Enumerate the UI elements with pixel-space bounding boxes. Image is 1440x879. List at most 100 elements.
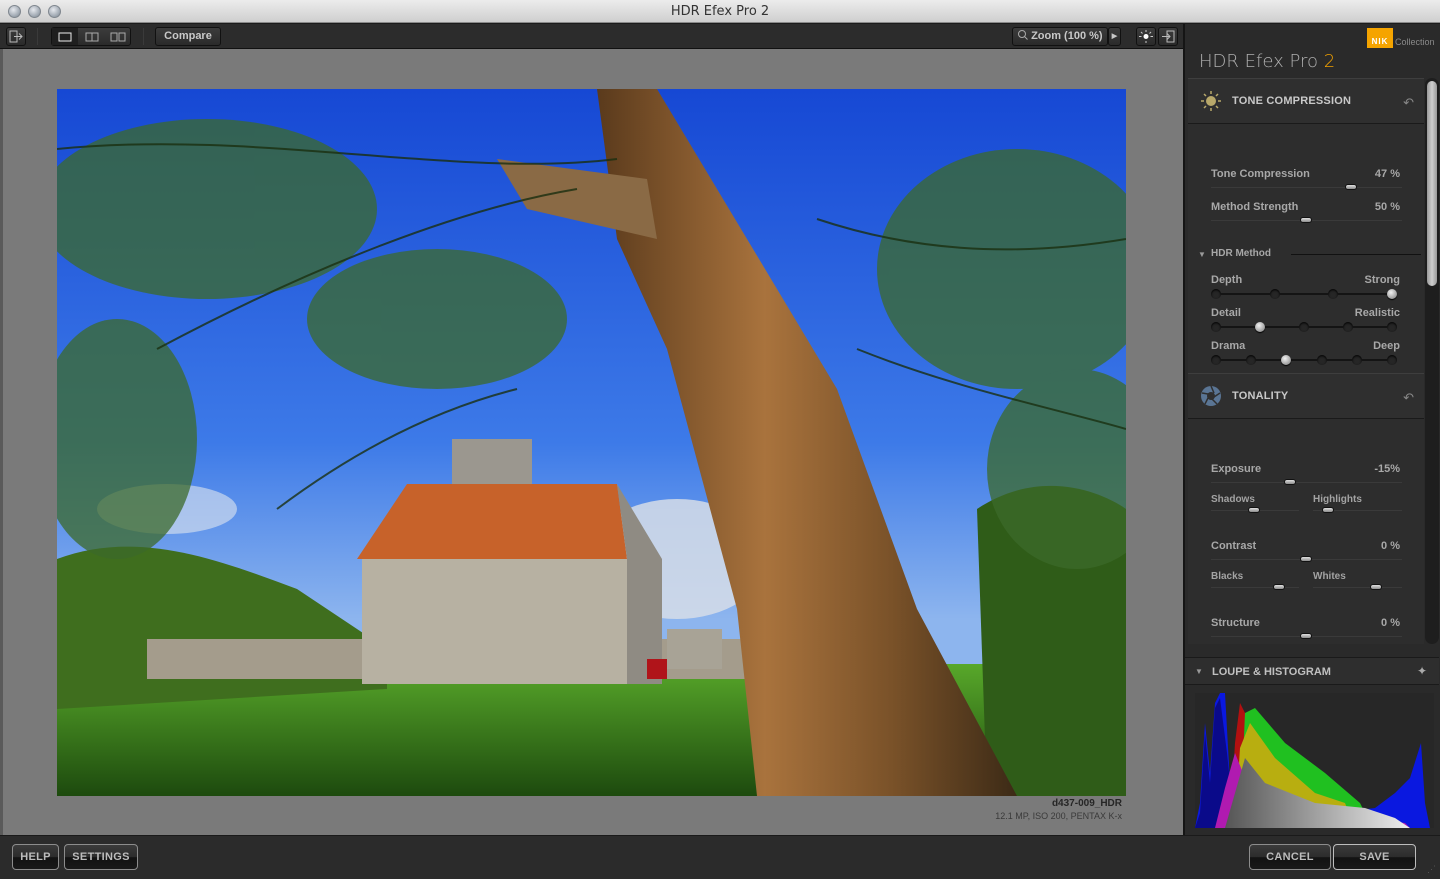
- toolbar: Compare Zoom (100 %) ▶: [0, 24, 1183, 49]
- preview-image[interactable]: [57, 89, 1126, 796]
- tone-compression-title: TONE COMPRESSION: [1232, 95, 1352, 107]
- whites-slider[interactable]: [1313, 587, 1402, 588]
- histogram: [1195, 693, 1434, 828]
- reset-tonality-icon[interactable]: ↶: [1403, 390, 1414, 406]
- depth-step-slider[interactable]: [1216, 293, 1392, 295]
- background-toggle-button[interactable]: [1136, 27, 1156, 46]
- blacks-slider[interactable]: [1211, 587, 1299, 588]
- loupe-histogram-title: LOUPE & HISTOGRAM: [1212, 666, 1331, 678]
- method-strength-slider-handle[interactable]: [1299, 217, 1312, 223]
- adjustments-scroll-area[interactable]: TONE COMPRESSION ↶ Tone Compression 47 %…: [1188, 78, 1424, 644]
- single-view-button[interactable]: [52, 28, 78, 45]
- split-view-button[interactable]: [79, 28, 105, 45]
- depth-step-4[interactable]: [1387, 289, 1397, 299]
- highlights-label: Highlights: [1313, 494, 1362, 505]
- loupe-collapse-icon[interactable]: ▼: [1195, 667, 1203, 676]
- depth-step-3[interactable]: [1328, 289, 1339, 299]
- aperture-icon: [1201, 385, 1221, 406]
- structure-label: Structure: [1211, 617, 1260, 629]
- contrast-slider-handle[interactable]: [1299, 556, 1312, 562]
- loupe-histogram-header[interactable]: ▼ LOUPE & HISTOGRAM ✦: [1185, 657, 1439, 685]
- single-view-icon: [58, 32, 72, 42]
- contrast-value: 0 %: [1381, 540, 1400, 552]
- settings-button[interactable]: SETTINGS: [64, 844, 138, 870]
- drama-step-3[interactable]: [1281, 355, 1292, 365]
- depth-step-1[interactable]: [1211, 289, 1221, 299]
- drama-label: Drama: [1211, 340, 1246, 352]
- panel-scrollbar-thumb[interactable]: [1427, 81, 1437, 286]
- method-strength-label: Method Strength: [1211, 201, 1299, 213]
- pin-icon[interactable]: ✦: [1417, 664, 1427, 678]
- hdr-method-collapse-icon[interactable]: ▼: [1198, 250, 1206, 259]
- close-window-button[interactable]: [8, 5, 21, 18]
- tone-compression-header[interactable]: TONE COMPRESSION ↶: [1188, 78, 1424, 124]
- tonality-header[interactable]: TONALITY ↶: [1188, 373, 1424, 419]
- triangle-right-icon: ▶: [1111, 33, 1118, 40]
- image-info: 12.1 MP, ISO 200, PENTAX K-x: [995, 811, 1122, 821]
- side-by-side-view-button[interactable]: [105, 28, 131, 45]
- drama-step-slider[interactable]: [1216, 359, 1392, 361]
- panel-toggle-button[interactable]: [1158, 27, 1178, 46]
- blacks-slider-handle[interactable]: [1272, 584, 1285, 590]
- zoom-window-button[interactable]: [48, 5, 61, 18]
- highlights-slider-handle[interactable]: [1322, 507, 1335, 513]
- hdr-method-divider: [1291, 254, 1421, 255]
- blacks-label: Blacks: [1211, 571, 1244, 582]
- exposure-value: -15%: [1374, 463, 1400, 475]
- depth-max-label: Strong: [1364, 274, 1400, 286]
- window-titlebar: HDR Efex Pro 2: [0, 0, 1440, 23]
- resize-grip-icon[interactable]: ⋰: [1427, 864, 1436, 875]
- side-by-side-view-icon: [110, 32, 126, 42]
- drama-step-4[interactable]: [1316, 355, 1327, 365]
- tone-compression-slider-handle[interactable]: [1345, 184, 1358, 190]
- minimize-window-button[interactable]: [28, 5, 41, 18]
- tone-compression-value: 47 %: [1374, 168, 1400, 180]
- zoom-label: Zoom (100 %): [1031, 30, 1103, 42]
- zoom-menu-arrow[interactable]: ▶: [1108, 27, 1121, 46]
- compare-button[interactable]: Compare: [155, 27, 221, 46]
- detail-max-label: Realistic: [1354, 307, 1400, 319]
- structure-value: 0 %: [1381, 617, 1400, 629]
- tonality-title: TONALITY: [1232, 390, 1289, 402]
- detail-step-5[interactable]: [1387, 322, 1397, 332]
- drama-step-1[interactable]: [1211, 355, 1221, 365]
- exposure-slider[interactable]: [1211, 482, 1402, 483]
- exposure-label: Exposure: [1211, 463, 1262, 475]
- whites-slider-handle[interactable]: [1370, 584, 1383, 590]
- drama-step-5[interactable]: [1351, 355, 1362, 365]
- footer-bar: HELP SETTINGS CANCEL SAVE ⋰: [0, 835, 1440, 879]
- tone-compression-label: Tone Compression: [1211, 168, 1310, 180]
- drama-step-6[interactable]: [1387, 355, 1397, 365]
- drama-step-2[interactable]: [1246, 355, 1257, 365]
- contrast-label: Contrast: [1211, 540, 1257, 552]
- histogram-graph: [1195, 693, 1430, 828]
- detail-step-4[interactable]: [1343, 322, 1353, 332]
- method-strength-value: 50 %: [1374, 201, 1400, 213]
- light-bulb-icon: [1139, 30, 1153, 43]
- product-name: HDR Efex Pro: [1199, 51, 1319, 72]
- window-title: HDR Efex Pro 2: [670, 4, 770, 19]
- zoom-button[interactable]: Zoom (100 %): [1012, 27, 1108, 46]
- depth-step-2[interactable]: [1269, 289, 1280, 299]
- save-button[interactable]: SAVE: [1333, 844, 1416, 870]
- structure-slider-handle[interactable]: [1299, 633, 1312, 639]
- split-view-icon: [85, 32, 99, 42]
- cancel-button[interactable]: CANCEL: [1249, 844, 1331, 870]
- tone-compression-slider[interactable]: [1211, 187, 1402, 188]
- image-filename: d437-009_HDR: [1051, 798, 1122, 809]
- depth-label: Depth: [1211, 274, 1243, 286]
- detail-label: Detail: [1211, 307, 1241, 319]
- drama-max-label: Deep: [1373, 340, 1400, 352]
- view-mode-group: [51, 27, 131, 46]
- reset-tone-compression-icon[interactable]: ↶: [1403, 95, 1414, 111]
- detail-step-2[interactable]: [1255, 322, 1265, 332]
- panel-scrollbar[interactable]: [1425, 78, 1439, 644]
- detail-step-3[interactable]: [1299, 322, 1309, 332]
- sun-icon: [1201, 91, 1221, 111]
- detail-step-1[interactable]: [1211, 322, 1221, 332]
- shadows-slider-handle[interactable]: [1248, 507, 1260, 513]
- exit-button[interactable]: [6, 27, 26, 46]
- panel-toggle-icon: [1162, 30, 1175, 43]
- exposure-slider-handle[interactable]: [1284, 479, 1297, 485]
- help-button[interactable]: HELP: [12, 844, 59, 870]
